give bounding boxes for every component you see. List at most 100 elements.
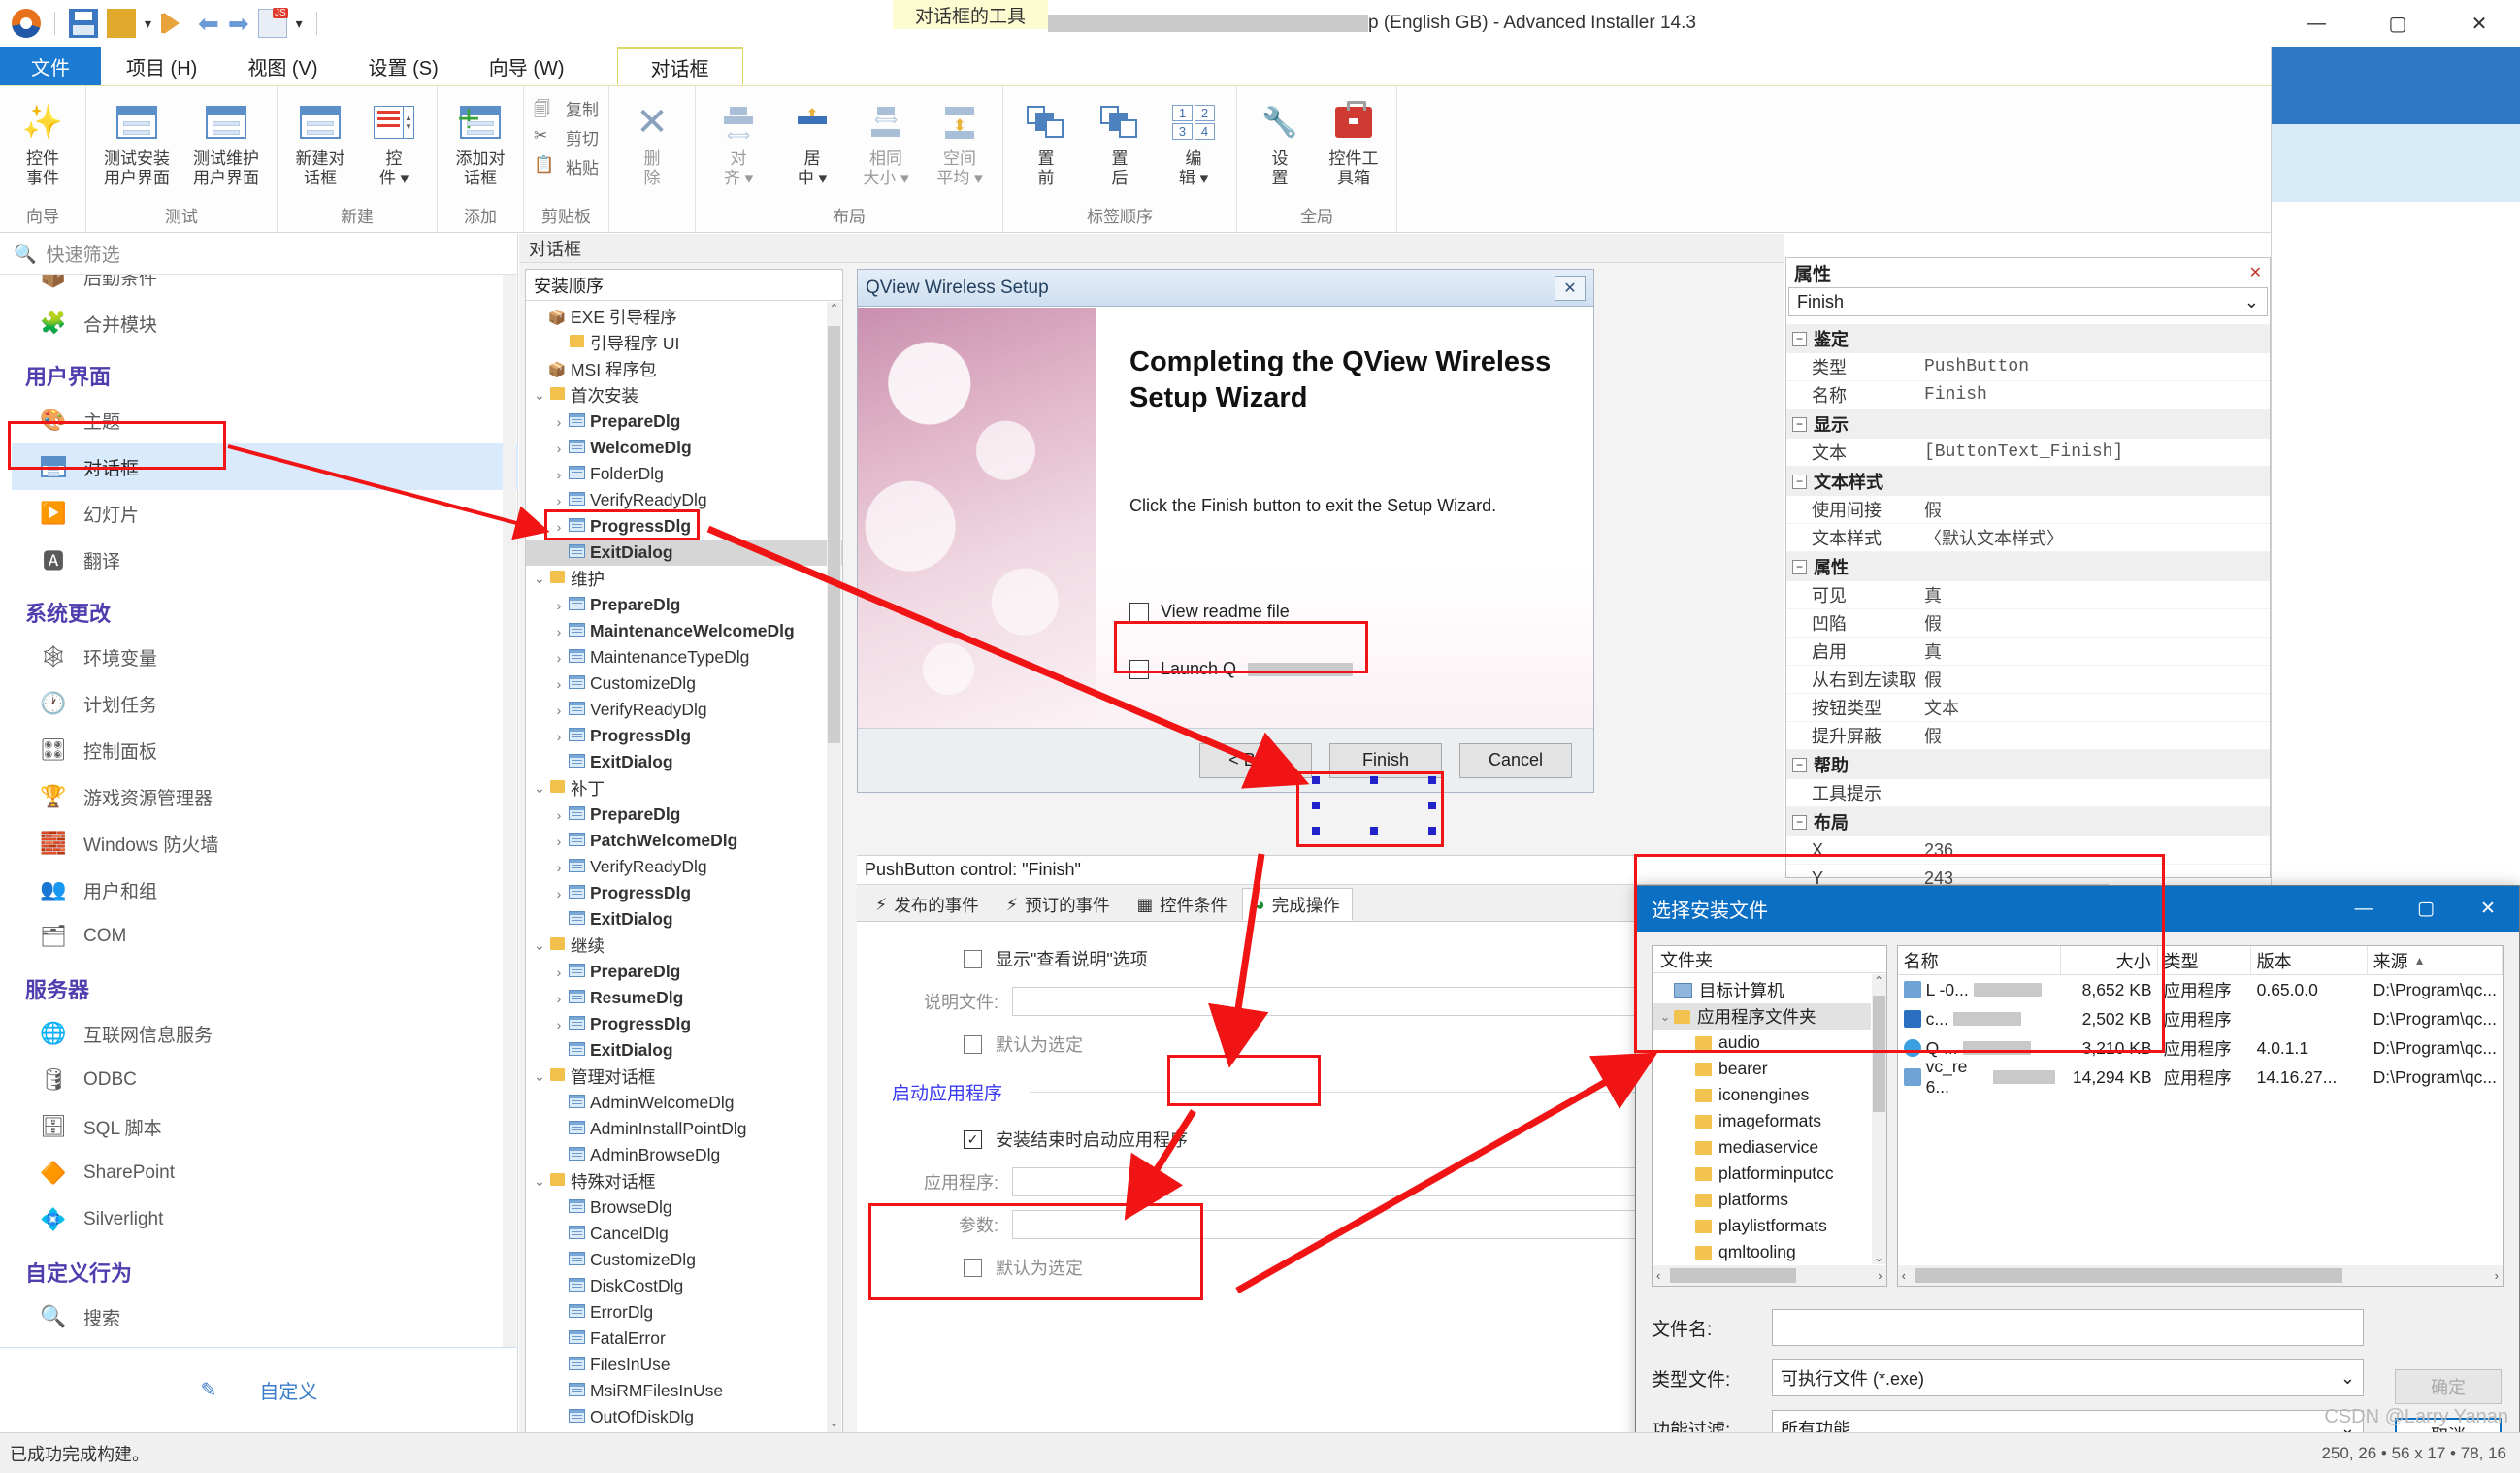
tree-node[interactable]: ErrorDlg: [526, 1299, 842, 1326]
tree-node[interactable]: › PrepareDlg: [526, 959, 842, 985]
folder-tree-node[interactable]: ⌄ 应用程序文件夹: [1653, 1003, 1871, 1030]
tree-node[interactable]: ExitDialog: [526, 540, 842, 566]
tree-node[interactable]: › MaintenanceWelcomeDlg: [526, 618, 842, 644]
tree-node[interactable]: CustomizeDlg: [526, 1247, 842, 1273]
properties-category[interactable]: − 帮助: [1786, 750, 2270, 779]
property-value[interactable]: 236: [1924, 840, 2270, 861]
package-dropdown-icon[interactable]: ▾: [145, 9, 151, 38]
property-row[interactable]: 可见 真: [1786, 581, 2270, 609]
filename-input[interactable]: [1772, 1309, 2364, 1346]
more-commands-icon[interactable]: ▾: [296, 9, 303, 38]
property-value[interactable]: Finish: [1924, 385, 2270, 405]
tree-node[interactable]: FilesInUse: [526, 1352, 842, 1378]
tab-order-edit-button[interactable]: 1234 编辑 ▾: [1157, 90, 1230, 187]
tree-node[interactable]: › ProgressDlg: [526, 723, 842, 749]
file-row[interactable]: L -0... 8,652 KB 应用程序 0.65.0.0 D:\Program\qc…: [1898, 975, 2503, 1004]
filetype-row[interactable]: 类型文件: 可执行文件 (*.exe) ⌄: [1652, 1353, 2504, 1403]
tree-node[interactable]: › ResumeDlg: [526, 985, 842, 1011]
sidebar-item-sharepoint[interactable]: 🔶 SharePoint: [12, 1150, 518, 1196]
sidebar-item-users-groups[interactable]: 👥 用户和组: [12, 867, 518, 913]
property-value[interactable]: 假: [1924, 667, 2270, 692]
menu-tab-settings[interactable]: 设置 (S): [344, 47, 464, 85]
property-row[interactable]: X 236: [1786, 836, 2270, 865]
tab-finish-actions[interactable]: ◕ 完成操作: [1242, 888, 1353, 921]
twisty-expanded-icon[interactable]: ⌄: [532, 1173, 547, 1190]
property-row[interactable]: 按钮类型 文本: [1786, 694, 2270, 722]
twisty-expanded-icon[interactable]: ⌄: [532, 387, 547, 404]
property-value[interactable]: 〈默认文本样式〉: [1924, 525, 2270, 550]
same-size-button[interactable]: ⟺ 相同 大小 ▾: [849, 90, 923, 187]
property-value[interactable]: 文本: [1924, 695, 2270, 720]
tree-node[interactable]: ⌄ 维护: [526, 566, 842, 592]
file-list-columns[interactable]: 名称 大小 类型 版本 来源 ▲: [1897, 946, 2503, 975]
property-value[interactable]: 假: [1924, 610, 2270, 636]
folder-tree-node[interactable]: platforms: [1653, 1187, 1871, 1213]
preview-checkbox-readme[interactable]: View readme file: [1129, 602, 1564, 622]
properties-category[interactable]: − 显示: [1786, 409, 2270, 439]
property-row[interactable]: 从右到左读取假: [1786, 666, 2270, 694]
file-list-horizontal-scrollbar[interactable]: ‹ ›: [1897, 1265, 2503, 1286]
tree-node[interactable]: ⌄ 继续: [526, 933, 842, 959]
bring-front-button[interactable]: 置前: [1009, 90, 1083, 187]
properties-category[interactable]: − 鉴定: [1786, 324, 2270, 353]
file-dialog-window-controls[interactable]: — ▢ ✕: [2333, 886, 2519, 932]
select-install-file-dialog[interactable]: 选择安装文件 — ▢ ✕ 文件夹 目标计算机 ⌄ 应用程序文件夹 audio beare…: [1635, 885, 2520, 1464]
back-arrow-icon[interactable]: ⬅: [198, 9, 219, 38]
control-events-button[interactable]: ✨ 控件 事件: [6, 90, 80, 187]
sidebar-item-slideshow[interactable]: ▶️ 幻灯片: [12, 490, 518, 537]
tab-control-conditions[interactable]: ▦ 控件条件: [1125, 888, 1241, 921]
twisty-expanded-icon[interactable]: ⌄: [532, 1068, 547, 1085]
file-row[interactable]: c... 2,502 KB 应用程序 D:\Program\qc...: [1898, 1004, 2503, 1033]
tree-node[interactable]: › WelcomeDlg: [526, 435, 842, 461]
send-back-button[interactable]: 置后: [1083, 90, 1157, 187]
build-run-icon[interactable]: [160, 9, 189, 38]
tree-node[interactable]: ⌄ 首次安装: [526, 382, 842, 409]
column-version[interactable]: 版本: [2251, 946, 2368, 974]
save-icon[interactable]: [69, 9, 98, 38]
install-sequence-tree[interactable]: 📦 EXE 引导程序 引导程序 UI 📦 MSI 程序包 ⌄ 首次安装 › PrepareDlg…: [526, 302, 842, 1432]
sidebar-item-merge-modules[interactable]: 🧩 合并模块: [12, 300, 518, 346]
sidebar-item-silverlight[interactable]: 💠 Silverlight: [12, 1196, 518, 1243]
folder-tree-node[interactable]: platforminputcc: [1653, 1161, 1871, 1187]
property-row[interactable]: 文本 [ButtonText_Finish]: [1786, 439, 2270, 467]
tree-node[interactable]: › ProgressDlg: [526, 513, 842, 540]
twisty-collapsed-icon[interactable]: ›: [551, 703, 567, 718]
property-value[interactable]: 假: [1924, 497, 2270, 522]
package-icon[interactable]: [107, 9, 136, 38]
property-row[interactable]: 文本样式 〈默认文本样式〉: [1786, 524, 2270, 552]
sidebar-item-iis[interactable]: 🌐 互联网信息服务: [12, 1010, 518, 1057]
property-value[interactable]: PushButton: [1924, 357, 2270, 376]
scroll-right-icon[interactable]: ›: [1878, 1268, 1882, 1283]
twisty-expanded-icon[interactable]: ⌄: [532, 937, 547, 954]
tree-node[interactable]: ⌄ 补丁: [526, 775, 842, 802]
tree-node[interactable]: ExitDialog: [526, 1037, 842, 1064]
property-value[interactable]: 真: [1924, 638, 2270, 664]
properties-grid[interactable]: − 鉴定 类型 PushButton 名称 Finish − 显示 文本 [ButtonText_…: [1786, 324, 2270, 949]
tree-scrollbar-thumb[interactable]: [828, 326, 840, 743]
close-button[interactable]: ✕: [2457, 886, 2519, 932]
tree-node[interactable]: › PrepareDlg: [526, 802, 842, 828]
tree-node[interactable]: › VerifyReadyDlg: [526, 487, 842, 513]
tree-node[interactable]: ⌄ 特殊对话框: [526, 1168, 842, 1195]
folder-horizontal-scrollbar[interactable]: ‹ ›: [1653, 1265, 1886, 1286]
copy-button[interactable]: 🗐 复制: [534, 96, 599, 120]
tree-node[interactable]: › PrepareDlg: [526, 592, 842, 618]
tree-node[interactable]: 📦 EXE 引导程序: [526, 304, 842, 330]
sidebar-item-odbc[interactable]: 🛢 ODBC: [12, 1057, 518, 1103]
sidebar-item-scheduled-tasks[interactable]: 🕐 计划任务: [12, 680, 518, 727]
twisty-collapsed-icon[interactable]: ›: [551, 493, 567, 508]
property-value[interactable]: [ButtonText_Finish]: [1924, 442, 2270, 462]
collapse-icon[interactable]: −: [1792, 416, 1807, 432]
twisty-collapsed-icon[interactable]: ›: [551, 729, 567, 744]
tree-node[interactable]: › ProgressDlg: [526, 1011, 842, 1037]
twisty-collapsed-icon[interactable]: ›: [551, 1017, 567, 1032]
scroll-down-icon[interactable]: ⌄: [827, 1416, 841, 1432]
edit-pencil-icon[interactable]: ✎: [201, 1378, 217, 1402]
tree-node[interactable]: › CustomizeDlg: [526, 671, 842, 697]
close-icon[interactable]: ✕: [2249, 263, 2262, 282]
sidebar-scrollbar-track[interactable]: [503, 275, 1018, 1347]
folder-tree-node[interactable]: mediaservice: [1653, 1134, 1871, 1161]
twisty-collapsed-icon[interactable]: ›: [551, 965, 567, 980]
align-button[interactable]: ⟺ 对齐 ▾: [702, 90, 775, 187]
properties-category[interactable]: − 布局: [1786, 807, 2270, 836]
